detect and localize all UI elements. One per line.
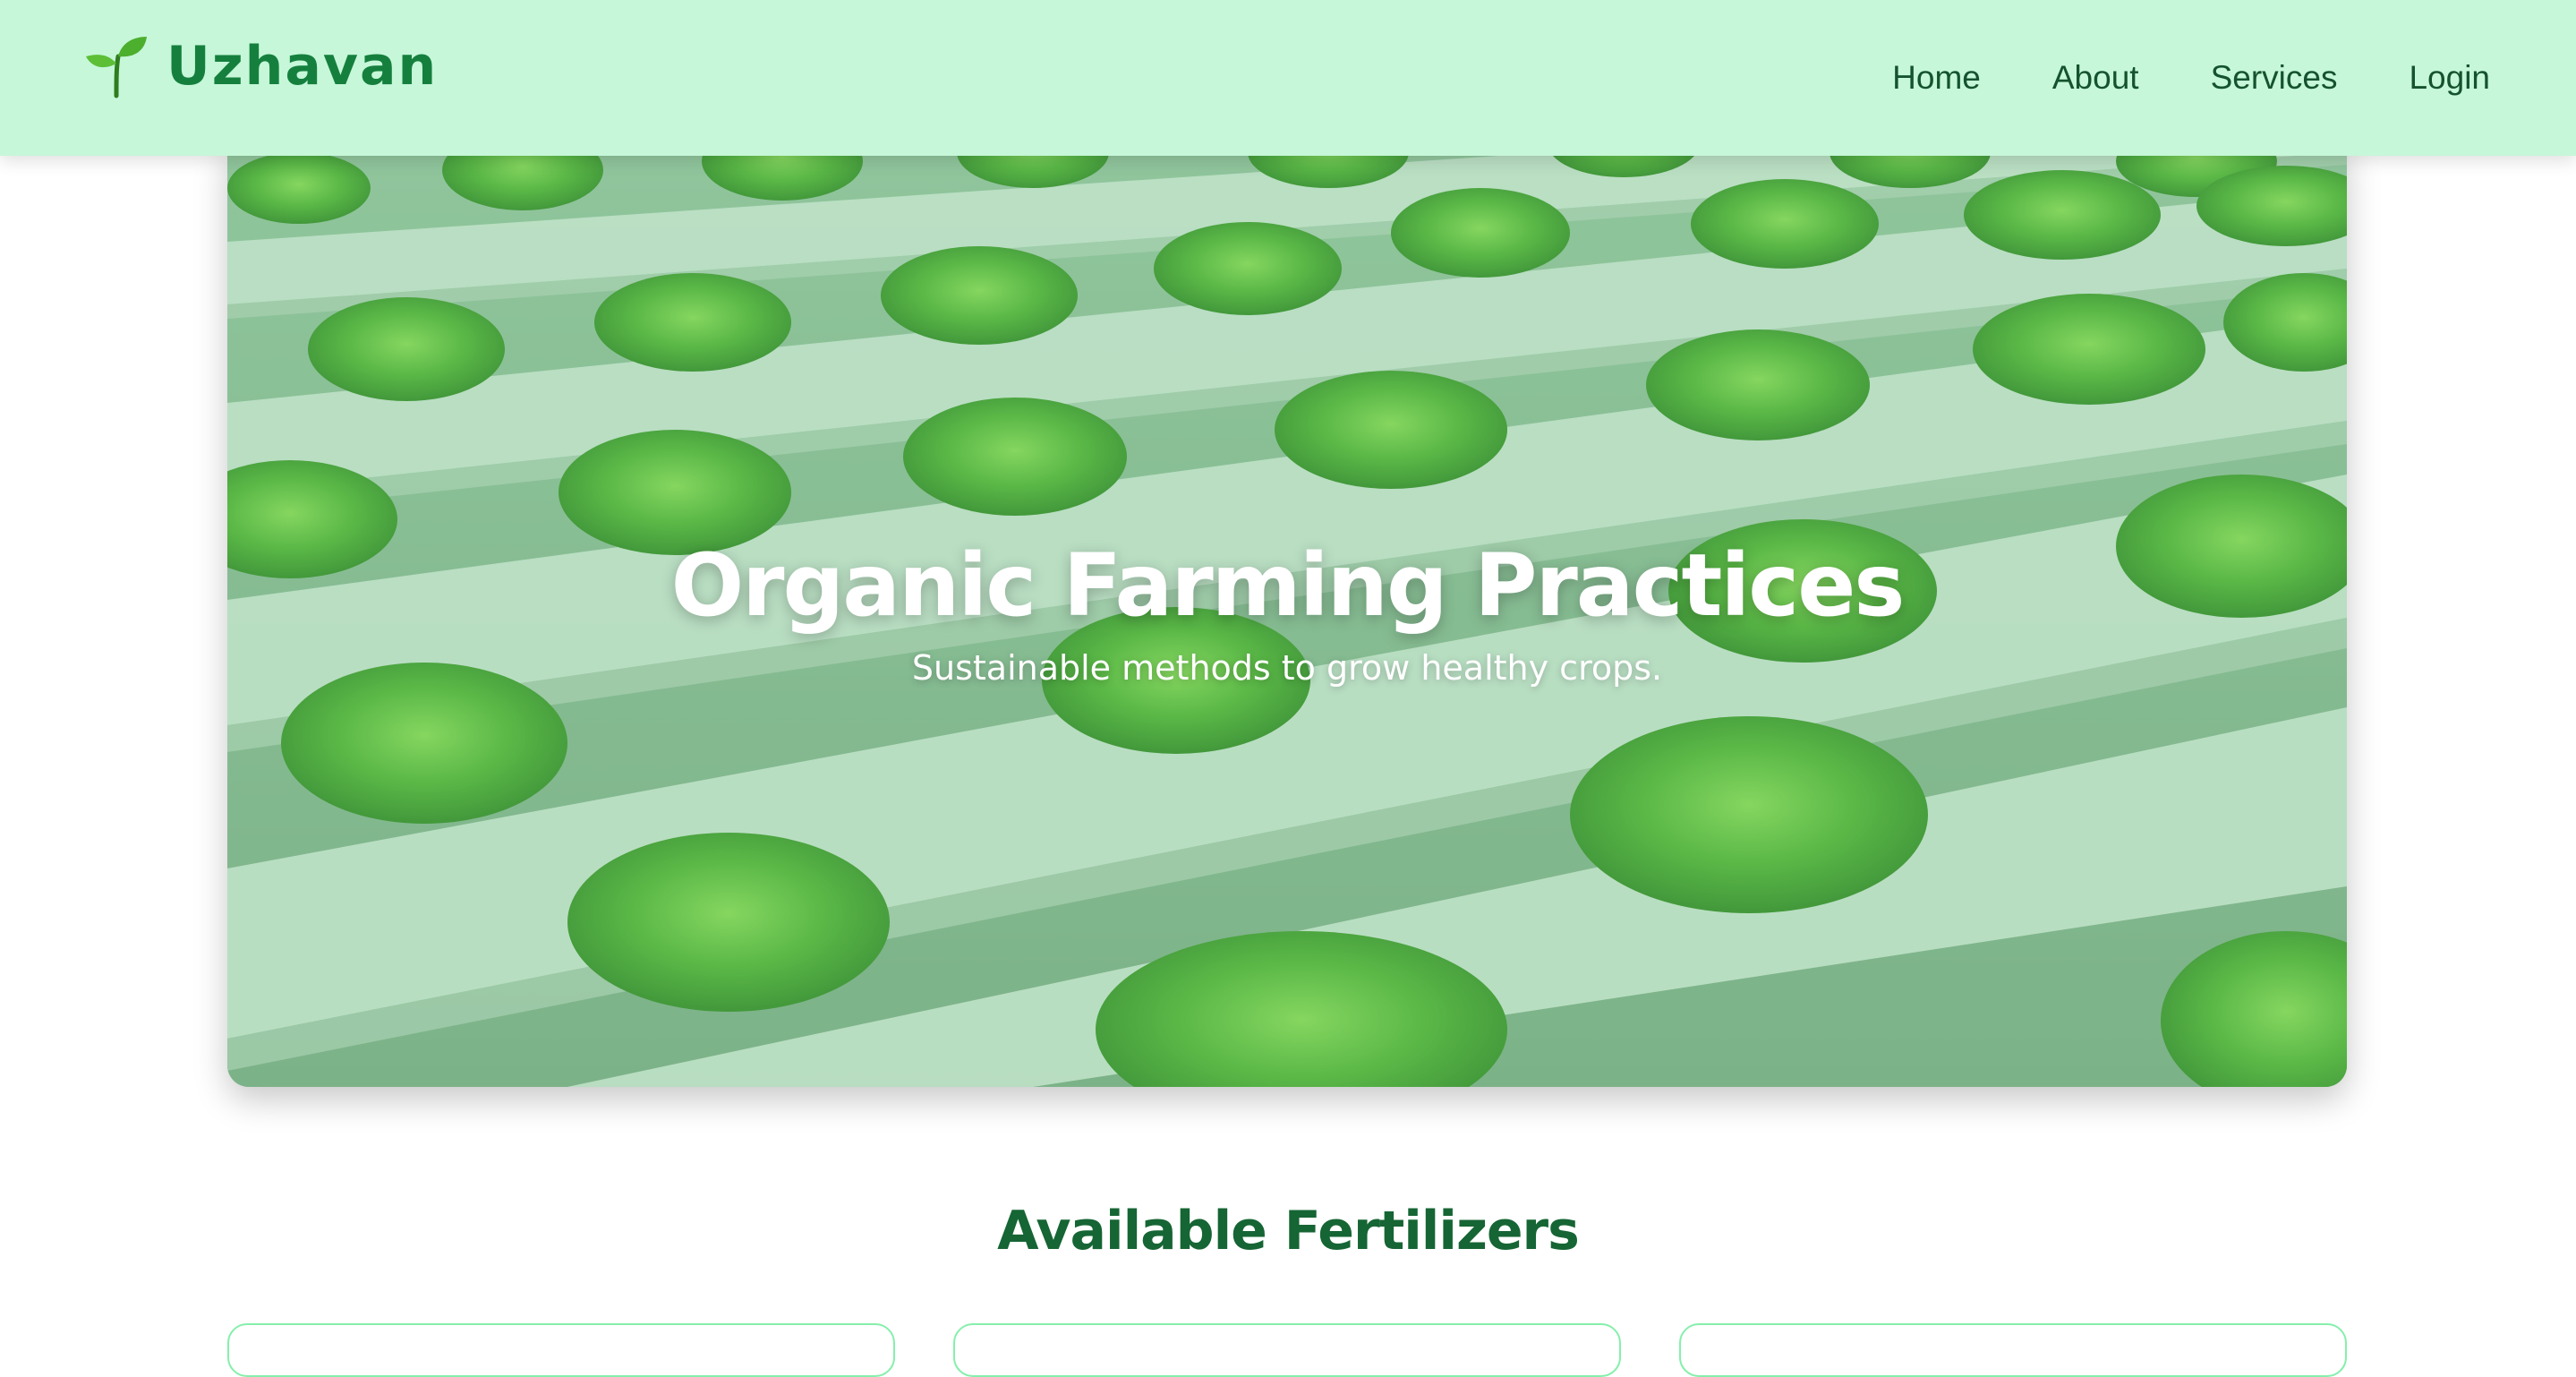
nav-about-link[interactable]: About: [2052, 59, 2139, 97]
brand-name: Uzhavan: [166, 35, 439, 98]
top-navbar: Uzhavan Home About Services Login: [0, 0, 2576, 156]
nav-services-link[interactable]: Services: [2211, 59, 2338, 97]
hero-subtitle: Sustainable methods to grow healthy crop…: [911, 648, 1663, 688]
hero-banner: Organic Farming Practices Sustainable me…: [227, 134, 2347, 1087]
brand-logo[interactable]: Uzhavan: [82, 30, 438, 102]
main-nav: Home About Services Login: [1821, 0, 2490, 156]
fertilizer-card[interactable]: [227, 1323, 895, 1377]
fertilizers-heading: Available Fertilizers: [997, 1200, 1580, 1262]
fertilizer-cards: [227, 1323, 2347, 1377]
fertilizer-card[interactable]: [953, 1323, 1621, 1377]
fertilizer-card[interactable]: [1679, 1323, 2347, 1377]
seedling-icon: [86, 37, 147, 98]
nav-home-link[interactable]: Home: [1892, 59, 1981, 97]
hero-title: Organic Farming Practices: [670, 535, 1906, 636]
nav-login-link[interactable]: Login: [2409, 59, 2490, 97]
